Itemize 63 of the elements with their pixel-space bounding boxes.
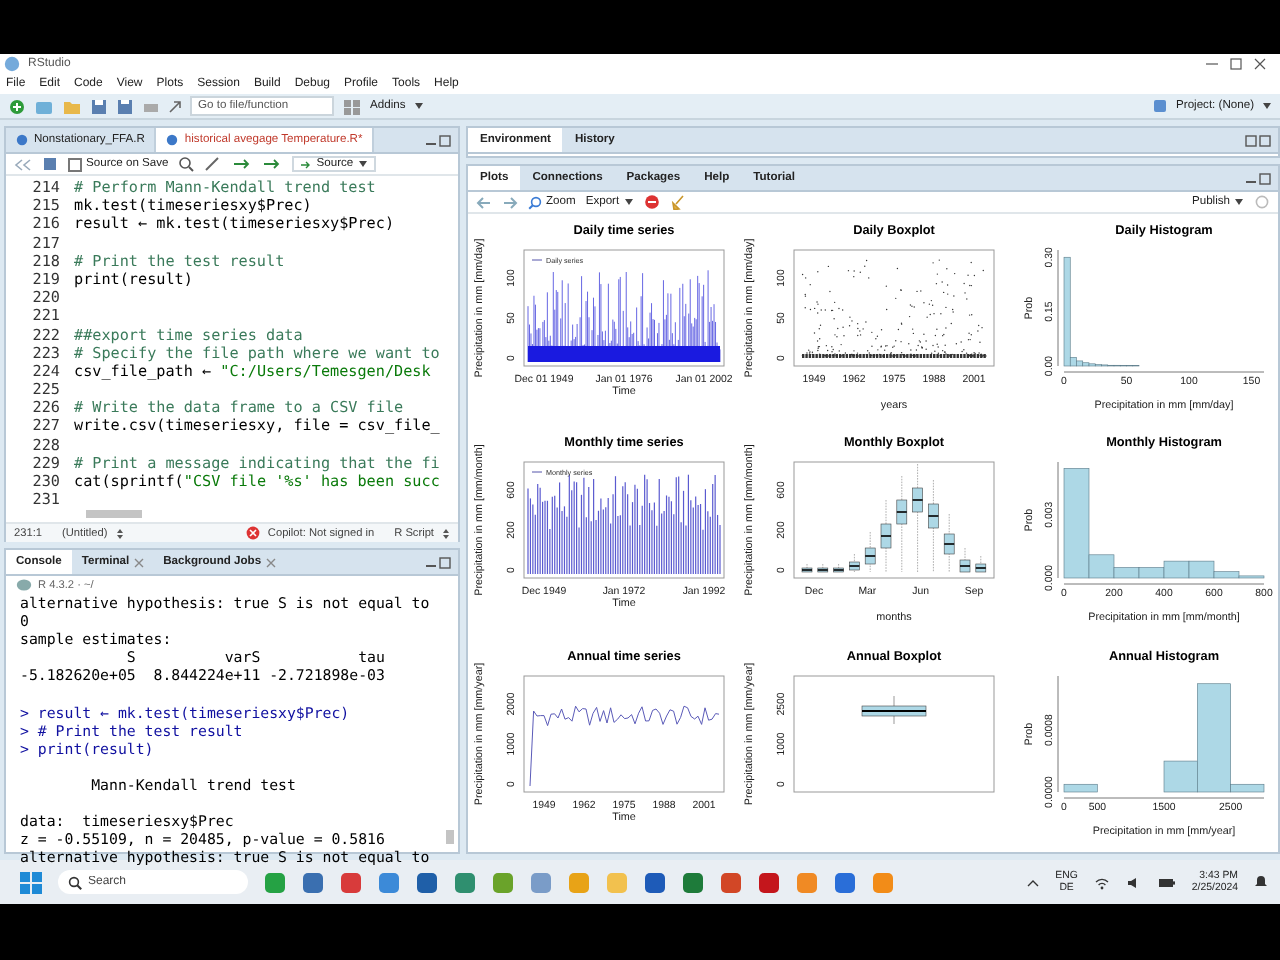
wand-icon[interactable] (204, 156, 223, 172)
caret-icon[interactable] (413, 102, 424, 110)
forward-arrow-icon[interactable] (502, 195, 518, 209)
back-arrow-icon[interactable] (476, 195, 492, 209)
taskbar-app-icon[interactable] (264, 871, 286, 893)
arrow-icon (300, 159, 313, 169)
save-icon[interactable] (90, 97, 108, 115)
remove-plot-icon[interactable] (643, 194, 660, 210)
axis-line (1057, 249, 1059, 367)
app-logo-icon (4, 56, 20, 72)
taskbar-app-icon[interactable] (530, 871, 552, 893)
search-icon[interactable] (178, 156, 195, 172)
magnifier-icon (528, 195, 542, 209)
taskbar-app-icon[interactable] (378, 871, 400, 893)
taskbar-app-icon[interactable] (758, 871, 780, 893)
save-all-icon[interactable] (116, 97, 134, 115)
taskbar-app-icon[interactable] (720, 871, 742, 893)
axis-line (1057, 462, 1059, 580)
caret-icon (357, 160, 368, 168)
taskbar-app-icon[interactable] (492, 871, 514, 893)
taskbar-app-icon[interactable] (644, 871, 666, 893)
speaker-icon[interactable] (1125, 875, 1142, 889)
boxplot-drawing (861, 695, 927, 724)
caret-icon (623, 198, 634, 206)
bell-icon[interactable] (1254, 874, 1268, 890)
broom-icon[interactable] (669, 194, 686, 210)
project-cube-icon (1152, 98, 1169, 114)
back-forward-icon[interactable] (14, 157, 32, 171)
r-file-icon (166, 134, 179, 146)
r-file-icon (16, 134, 28, 146)
checkbox[interactable] (68, 157, 82, 171)
new-file-icon[interactable] (8, 97, 26, 115)
axis-line (1057, 675, 1059, 793)
search-icon (68, 875, 82, 889)
pane-window-icon[interactable] (1244, 171, 1272, 185)
chevron-up-icon[interactable] (1025, 877, 1040, 887)
taskbar-app-icon[interactable] (682, 871, 704, 893)
pane-window-icon[interactable] (424, 555, 452, 569)
battery-icon[interactable] (1157, 875, 1176, 889)
taskbar-app-icon[interactable] (834, 871, 856, 893)
caret-icon[interactable] (1262, 102, 1272, 110)
close-icon[interactable] (1252, 58, 1268, 70)
updown-caret-icon[interactable] (442, 527, 450, 540)
run-arrow-icon[interactable] (232, 156, 253, 172)
taskbar-app-icon[interactable] (416, 871, 438, 893)
pane-window-icon[interactable] (424, 133, 452, 147)
updown-caret-icon[interactable] (115, 527, 124, 540)
grid-icon[interactable] (342, 97, 362, 115)
r-logo-icon (16, 578, 32, 592)
start-icon[interactable] (20, 871, 42, 893)
minimize-icon[interactable] (1204, 58, 1220, 70)
maximize-icon[interactable] (1228, 58, 1244, 70)
taskbar-app-icon[interactable] (340, 871, 362, 893)
arrow-icon (168, 99, 182, 113)
taskbar-app-icon[interactable] (302, 871, 324, 893)
save-icon[interactable] (42, 156, 58, 172)
rerun-arrow-icon[interactable] (262, 156, 283, 172)
wifi-icon[interactable] (1093, 875, 1110, 889)
pane-window-icon[interactable] (1244, 133, 1272, 147)
caret-icon (1234, 198, 1244, 206)
taskbar-app-icon[interactable] (454, 871, 476, 893)
scrollbar-thumb[interactable] (446, 830, 454, 844)
scrollbar-thumb[interactable] (86, 510, 142, 519)
